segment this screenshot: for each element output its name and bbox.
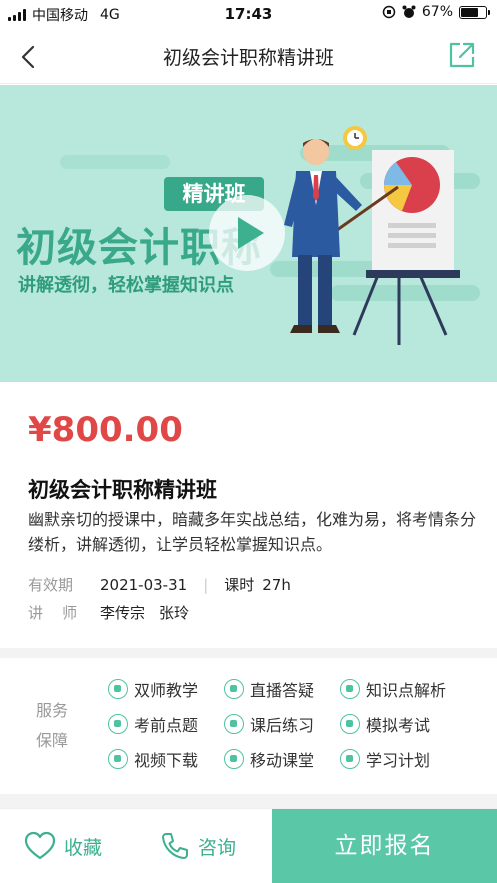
exam-hint-icon <box>108 714 128 734</box>
service-item: 学习计划 <box>340 747 430 771</box>
service-item-label: 移动课堂 <box>250 751 315 770</box>
dual-teacher-icon <box>108 679 128 699</box>
alarm-icon <box>402 5 416 18</box>
service-item: 双师教学 <box>108 677 198 701</box>
service-item: 直播答疑 <box>224 677 314 701</box>
service-label-line: 服务 <box>36 701 69 720</box>
knowledge-analysis-icon <box>340 679 360 699</box>
service-guarantee: 服务 保障 双师教学 直播答疑 知识点解析 考前点题 课后练习 模拟考试 视频下… <box>0 658 497 794</box>
course-description: 幽默亲切的授课中，暗藏多年实战总结，化难为易，将考情条分缕析，讲解透彻，让学员轻… <box>28 510 477 554</box>
share-icon[interactable] <box>447 40 477 70</box>
consult-button[interactable]: 咨询 <box>160 831 236 861</box>
service-item: 课后练习 <box>224 712 314 736</box>
battery-percent: 67% <box>421 4 453 20</box>
meta-separator: | <box>203 575 209 594</box>
status-bar: 中国移动 4G 17:43 67% <box>0 0 497 28</box>
phone-icon <box>162 833 188 859</box>
favorite-label: 收藏 <box>64 836 103 859</box>
favorite-button[interactable]: 收藏 <box>24 831 102 861</box>
course-price: ¥800.00 <box>28 410 183 450</box>
teacher-name[interactable]: 李传宗 <box>100 602 145 623</box>
teacher-name[interactable]: 张玲 <box>159 602 189 623</box>
course-info: ¥800.00 初级会计职称精讲班 幽默亲切的授课中，暗藏多年实战总结，化难为易… <box>0 382 497 648</box>
course-banner[interactable]: 精讲班 初级会计职称 讲解透彻，轻松掌握知识点 <box>0 85 497 382</box>
status-right: 67% <box>382 4 490 20</box>
service-item-label: 直播答疑 <box>250 681 315 700</box>
page-title: 初级会计职称精讲班 <box>162 47 334 69</box>
enroll-button[interactable]: 立即报名 <box>272 809 497 883</box>
service-item: 知识点解析 <box>340 677 446 701</box>
course-title: 初级会计职称精讲班 <box>28 478 217 502</box>
hours-value: 27h <box>262 575 291 594</box>
hours-label: 课时 <box>224 576 255 594</box>
mobile-class-icon <box>224 749 244 769</box>
service-item: 移动课堂 <box>224 747 314 771</box>
service-item-label: 模拟考试 <box>366 716 431 735</box>
play-icon <box>238 217 264 249</box>
service-label: 服务 保障 <box>36 696 76 756</box>
service-item: 视频下载 <box>108 747 198 771</box>
live-qa-icon <box>224 679 244 699</box>
heart-icon <box>24 831 56 860</box>
practice-icon <box>224 714 244 734</box>
nav-bar: 初级会计职称精讲班 <box>0 28 497 84</box>
service-item-label: 考前点题 <box>134 716 199 735</box>
section-divider <box>0 794 497 808</box>
teacher-row: 讲 师 李传宗 张玲 <box>28 602 189 623</box>
banner-subtitle: 讲解透彻，轻松掌握知识点 <box>18 275 234 296</box>
validity-value: 2021-03-31 <box>100 575 188 594</box>
service-item-label: 视频下载 <box>134 751 199 770</box>
consult-label: 咨询 <box>198 836 237 859</box>
service-item-label: 知识点解析 <box>366 681 447 700</box>
validity-row: 有效期 2021-03-31 | 课时 27h <box>28 574 291 595</box>
service-item: 模拟考试 <box>340 712 430 736</box>
service-item-label: 学习计划 <box>366 751 431 770</box>
service-item: 考前点题 <box>108 712 198 736</box>
service-item-label: 双师教学 <box>134 681 199 700</box>
study-plan-icon <box>340 749 360 769</box>
mock-exam-icon <box>340 714 360 734</box>
orientation-lock-icon <box>382 5 396 19</box>
section-divider <box>0 648 497 658</box>
validity-label: 有效期 <box>28 576 74 594</box>
video-download-icon <box>108 749 128 769</box>
battery-icon <box>459 5 490 19</box>
teacher-label: 讲 师 <box>28 604 78 622</box>
battery-fill <box>461 7 479 17</box>
bottom-action-bar: 收藏 咨询 立即报名 <box>0 808 497 883</box>
play-button[interactable] <box>209 195 285 271</box>
service-label-line: 保障 <box>36 731 69 750</box>
service-item-label: 课后练习 <box>250 716 315 735</box>
